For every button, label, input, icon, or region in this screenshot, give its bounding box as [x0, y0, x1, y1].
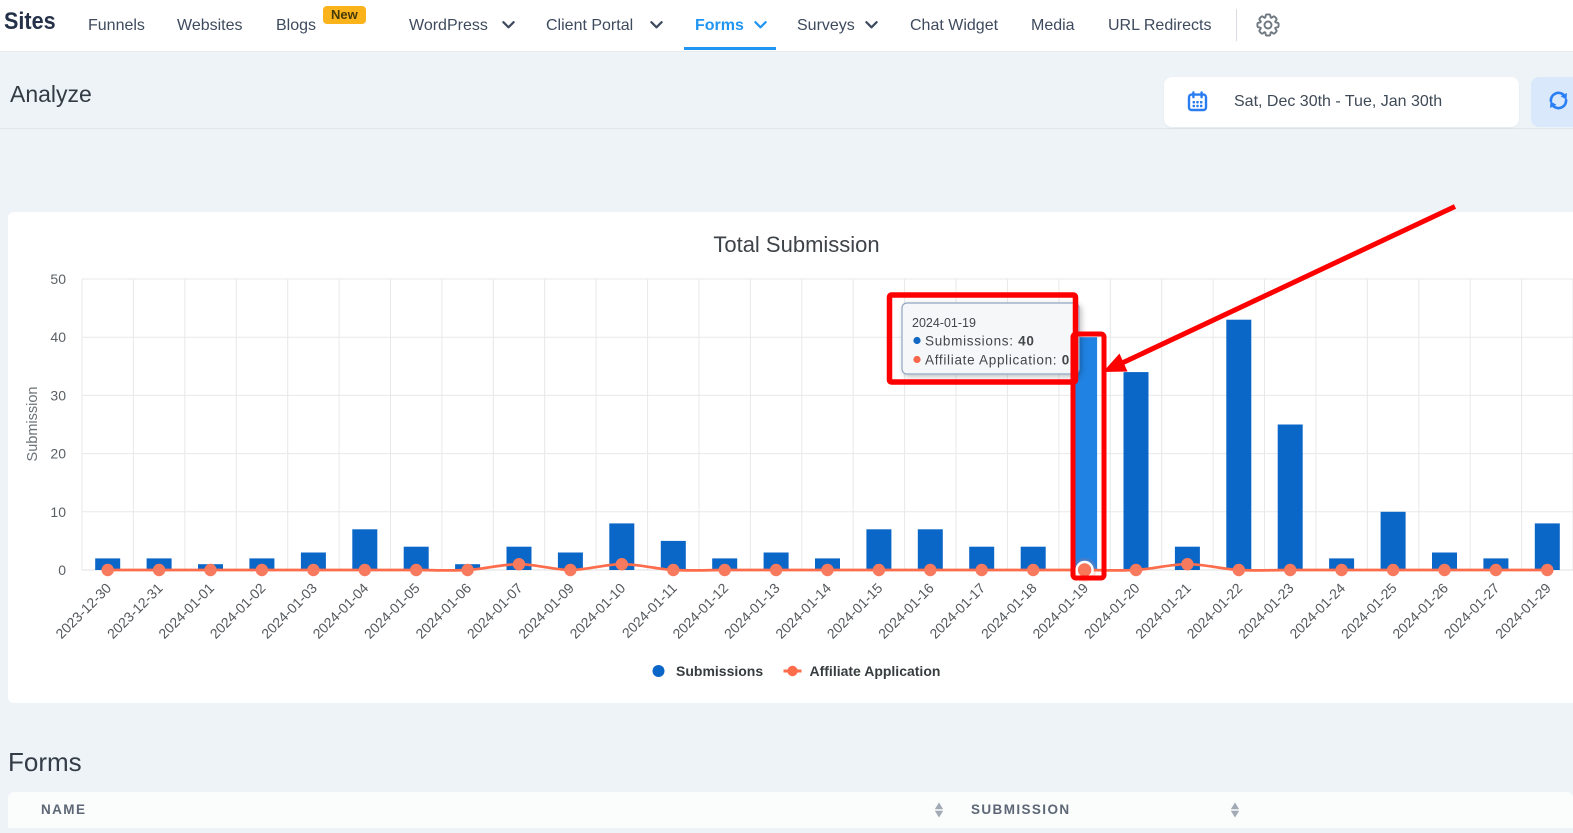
- svg-text:Submissions: 40: Submissions: 40: [925, 334, 1035, 349]
- svg-text:Submissions: Submissions: [676, 663, 763, 679]
- svg-text:50: 50: [50, 271, 66, 287]
- svg-text:2024-01-19: 2024-01-19: [912, 316, 976, 330]
- svg-text:Total Submission: Total Submission: [713, 232, 879, 257]
- svg-text:10: 10: [50, 504, 66, 520]
- svg-text:2024-01-29: 2024-01-29: [1492, 580, 1554, 642]
- svg-text:0: 0: [58, 562, 66, 578]
- svg-text:2024-01-10: 2024-01-10: [566, 580, 628, 642]
- svg-text:Submission: Submission: [25, 387, 41, 462]
- svg-text:Affiliate Application: Affiliate Application: [810, 663, 941, 679]
- svg-text:30: 30: [50, 387, 66, 403]
- svg-text:Affiliate Application: 0: Affiliate Application: 0: [925, 353, 1070, 368]
- svg-text:20: 20: [50, 446, 66, 462]
- svg-text:40: 40: [50, 329, 66, 345]
